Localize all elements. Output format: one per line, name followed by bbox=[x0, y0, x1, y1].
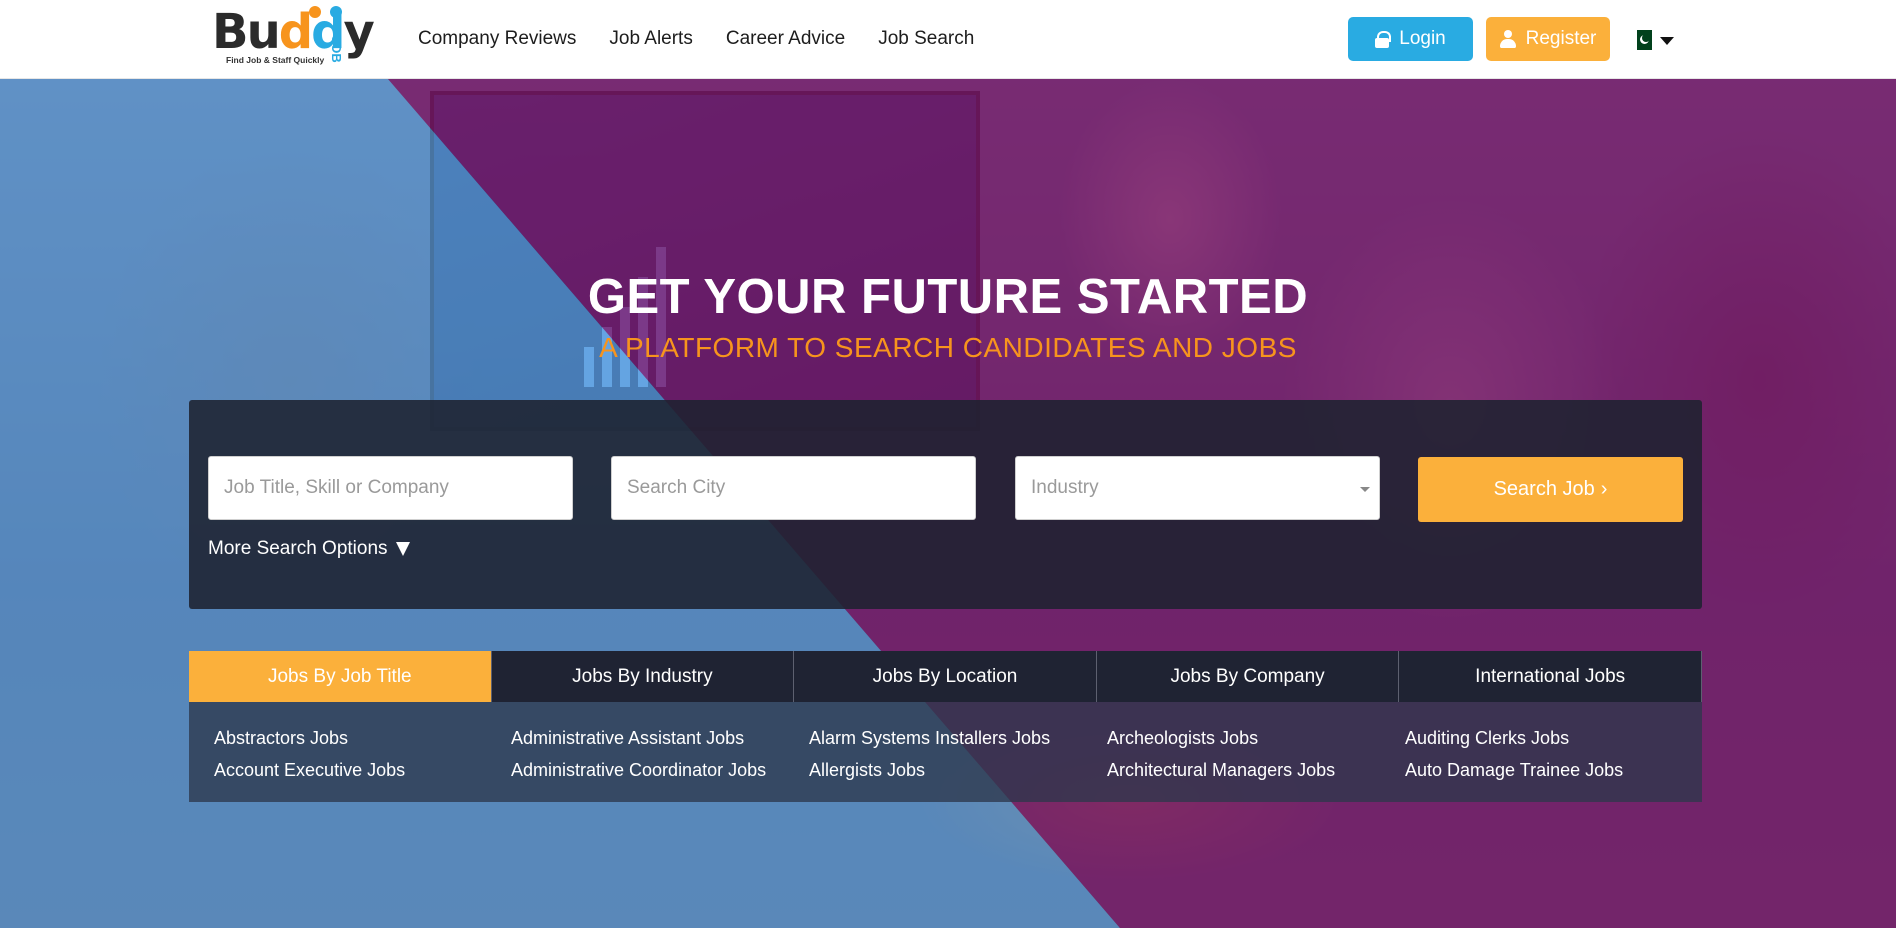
job-links-column: Archeologists Jobs Architectural Manager… bbox=[1107, 722, 1335, 786]
triangle-down-icon bbox=[395, 542, 410, 556]
select-arrow-icon bbox=[1360, 487, 1370, 492]
logo-badge: JOB bbox=[329, 36, 344, 63]
nav-company-reviews[interactable]: Company Reviews bbox=[418, 26, 576, 52]
job-links-column: Auditing Clerks Jobs Auto Damage Trainee… bbox=[1405, 722, 1623, 786]
login-button[interactable]: Login bbox=[1348, 17, 1473, 61]
job-links-panel: Abstractors Jobs Account Executive Jobs … bbox=[189, 702, 1702, 802]
tab-jobs-by-job-title[interactable]: Jobs By Job Title bbox=[189, 651, 492, 702]
hero-section: GET YOUR FUTURE STARTED A PLATFORM TO SE… bbox=[0, 79, 1896, 928]
search-panel: Job Title, Skill or Company Search City … bbox=[189, 400, 1702, 609]
job-links-column: Administrative Assistant Jobs Administra… bbox=[511, 722, 766, 786]
job-link[interactable]: Account Executive Jobs bbox=[214, 754, 405, 786]
main-nav: Company Reviews Job Alerts Career Advice… bbox=[418, 26, 1007, 52]
logo-wordmark: Buddy bbox=[212, 4, 375, 60]
job-link[interactable]: Abstractors Jobs bbox=[214, 722, 405, 754]
buddyjob-logo[interactable]: Buddy JOB Find Job & Staff Quickly bbox=[212, 6, 375, 74]
industry-selected-value: Industry bbox=[1031, 477, 1099, 498]
job-link[interactable]: Auto Damage Trainee Jobs bbox=[1405, 754, 1623, 786]
tab-jobs-by-location[interactable]: Jobs By Location bbox=[794, 651, 1097, 702]
more-search-options-toggle[interactable]: More Search Options bbox=[208, 538, 410, 560]
register-label: Register bbox=[1525, 28, 1597, 49]
hero-title: GET YOUR FUTURE STARTED bbox=[587, 270, 1309, 324]
more-options-label: More Search Options bbox=[208, 538, 388, 559]
nav-career-advice[interactable]: Career Advice bbox=[726, 26, 845, 52]
login-label: Login bbox=[1399, 28, 1446, 49]
job-links-column: Abstractors Jobs Account Executive Jobs bbox=[214, 722, 405, 786]
search-job-label: Search Job bbox=[1493, 478, 1595, 500]
job-keyword-placeholder: Job Title, Skill or Company bbox=[224, 477, 449, 498]
industry-select[interactable]: Industry bbox=[1015, 456, 1380, 520]
user-icon bbox=[1499, 30, 1516, 48]
job-link[interactable]: Auditing Clerks Jobs bbox=[1405, 722, 1623, 754]
job-link[interactable]: Administrative Assistant Jobs bbox=[511, 722, 766, 754]
job-link[interactable]: Architectural Managers Jobs bbox=[1107, 754, 1335, 786]
city-search-input[interactable]: Search City bbox=[611, 456, 976, 520]
chevron-right-icon: › bbox=[1600, 478, 1608, 500]
search-job-button[interactable]: Search Job › bbox=[1418, 457, 1683, 522]
nav-job-alerts[interactable]: Job Alerts bbox=[609, 26, 692, 52]
job-link[interactable]: Archeologists Jobs bbox=[1107, 722, 1335, 754]
job-link[interactable]: Administrative Coordinator Jobs bbox=[511, 754, 766, 786]
country-dropdown-caret-icon[interactable] bbox=[1660, 37, 1674, 45]
site-header: Buddy JOB Find Job & Staff Quickly Compa… bbox=[0, 0, 1896, 79]
logo-tagline: Find Job & Staff Quickly bbox=[226, 55, 325, 65]
tab-jobs-by-company[interactable]: Jobs By Company bbox=[1096, 651, 1400, 702]
pakistan-flag-icon[interactable] bbox=[1632, 30, 1652, 50]
job-keyword-input[interactable]: Job Title, Skill or Company bbox=[208, 456, 573, 520]
hero-subtitle: A PLATFORM TO SEARCH CANDIDATES AND JOBS bbox=[599, 332, 1297, 363]
job-category-tabs: Jobs By Job Title Jobs By Industry Jobs … bbox=[189, 651, 1702, 702]
lock-icon bbox=[1375, 31, 1392, 48]
job-links-column: Alarm Systems Installers Jobs Allergists… bbox=[809, 722, 1050, 786]
job-link[interactable]: Allergists Jobs bbox=[809, 754, 1050, 786]
register-button[interactable]: Register bbox=[1486, 17, 1610, 61]
city-placeholder: Search City bbox=[627, 477, 726, 498]
job-link[interactable]: Alarm Systems Installers Jobs bbox=[809, 722, 1050, 754]
tab-international-jobs[interactable]: International Jobs bbox=[1399, 651, 1702, 702]
nav-job-search[interactable]: Job Search bbox=[878, 26, 974, 52]
tab-jobs-by-industry[interactable]: Jobs By Industry bbox=[491, 651, 795, 702]
